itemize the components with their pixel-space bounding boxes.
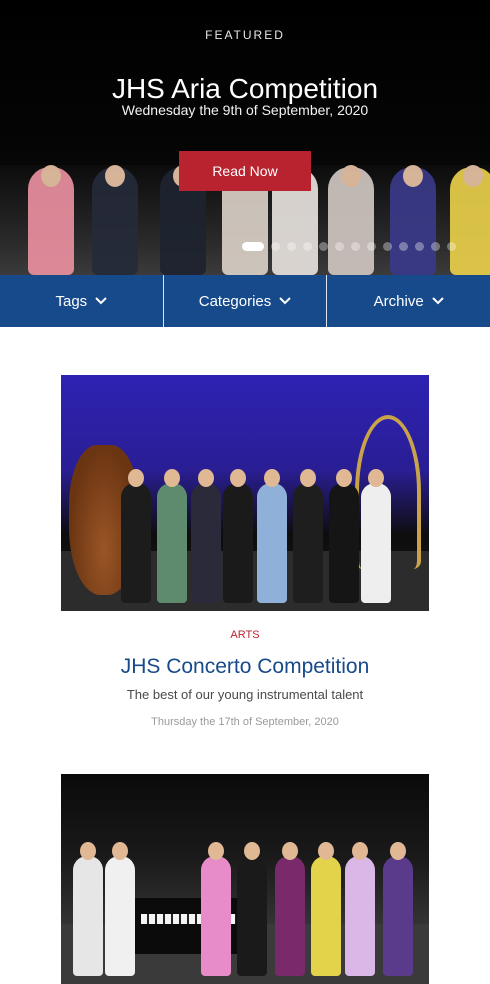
performer-figure — [28, 165, 74, 275]
featured-hero[interactable]: FEATURED JHS Aria Competition Wednesday … — [0, 0, 490, 275]
performer-figure — [237, 842, 267, 976]
grand-piano-shape — [131, 898, 251, 954]
performer-figure — [201, 842, 231, 976]
carousel-dot[interactable] — [271, 242, 280, 251]
article-card[interactable]: ARTS JHS Concerto Competition The best o… — [61, 375, 429, 728]
carousel-pagination — [242, 242, 456, 251]
performer-figure — [223, 469, 253, 603]
performer-figure — [275, 842, 305, 976]
carousel-dot[interactable] — [399, 242, 408, 251]
read-now-button[interactable]: Read Now — [179, 151, 311, 191]
chevron-down-icon — [95, 297, 107, 305]
nav-label: Archive — [373, 292, 424, 310]
carousel-dot[interactable] — [415, 242, 424, 251]
chevron-down-icon — [431, 297, 444, 305]
performer-figure — [92, 165, 138, 275]
carousel-dot-active[interactable] — [242, 242, 264, 251]
chevron-down-icon — [279, 297, 291, 305]
filter-nav: Tags Categories Archive — [0, 275, 490, 327]
carousel-dot[interactable] — [383, 242, 392, 251]
performer-figure — [390, 165, 436, 275]
nav-tags-dropdown[interactable]: Tags — [0, 275, 164, 327]
performer-figure — [329, 469, 359, 603]
performer-figure — [157, 469, 187, 603]
performer-figure — [383, 842, 413, 976]
carousel-dot[interactable] — [303, 242, 312, 251]
performer-figure — [345, 842, 375, 976]
carousel-dot[interactable] — [367, 242, 376, 251]
performer-figure — [105, 842, 135, 976]
carousel-dot[interactable] — [351, 242, 360, 251]
performer-figure — [328, 165, 374, 275]
nav-label: Categories — [198, 292, 272, 310]
nav-archive-dropdown[interactable]: Archive — [327, 275, 490, 327]
article-subtitle: The best of our young instrumental talen… — [126, 687, 364, 702]
carousel-dot[interactable] — [447, 242, 456, 251]
performer-figure — [191, 469, 221, 603]
carousel-dot[interactable] — [287, 242, 296, 251]
featured-date: Wednesday the 9th of September, 2020 — [121, 102, 369, 118]
performer-figure — [311, 842, 341, 976]
nav-label: Tags — [55, 292, 88, 310]
performer-figure — [73, 842, 103, 976]
carousel-dot[interactable] — [335, 242, 344, 251]
article-title[interactable]: JHS Concerto Competition — [61, 655, 429, 679]
article-photo[interactable] — [61, 375, 429, 611]
article-card[interactable] — [61, 774, 429, 984]
performer-figure — [293, 469, 323, 603]
performer-figure — [257, 469, 287, 603]
performer-figure — [361, 469, 391, 603]
nav-categories-dropdown[interactable]: Categories — [164, 275, 328, 327]
article-date: Thursday the 17th of September, 2020 — [151, 716, 339, 728]
article-category[interactable]: ARTS — [61, 629, 429, 641]
article-photo[interactable] — [61, 774, 429, 984]
carousel-dot[interactable] — [319, 242, 328, 251]
performer-figure — [121, 469, 151, 603]
performer-figure — [450, 165, 490, 275]
carousel-dot[interactable] — [431, 242, 440, 251]
featured-label: FEATURED — [205, 28, 285, 42]
featured-title: JHS Aria Competition — [111, 72, 379, 104]
